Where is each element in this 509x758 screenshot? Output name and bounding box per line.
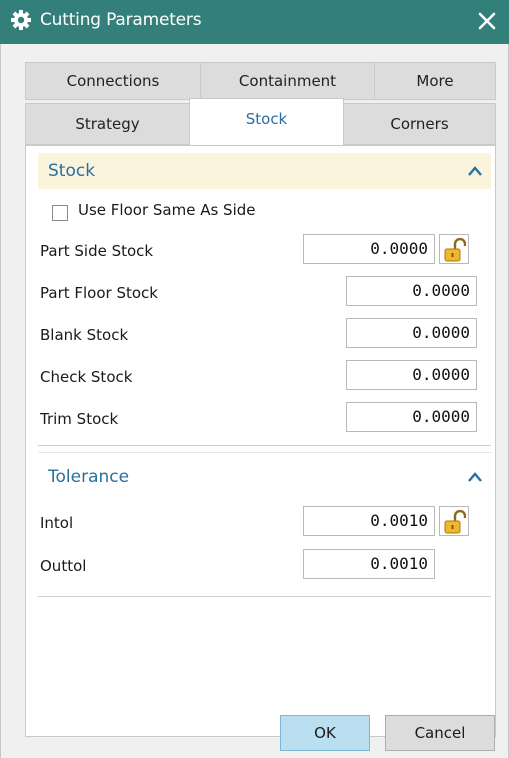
stock-section-header[interactable]: Stock [38,153,491,189]
padlock-open-icon [444,238,466,262]
trim-stock-field[interactable]: 0.0000 [346,402,477,432]
outtol-field[interactable]: 0.0010 [303,549,435,579]
use-floor-same-as-side-label: Use Floor Same As Side [78,201,256,219]
tab-more[interactable]: More [374,62,496,100]
part-floor-stock-label: Part Floor Stock [40,284,158,302]
section-divider [38,596,491,597]
section-divider [38,452,491,453]
intol-label: Intol [40,514,74,532]
tab-containment[interactable]: Containment [200,62,375,100]
section-divider [38,445,491,446]
part-side-stock-field[interactable]: 0.0000 [303,234,435,264]
chevron-up-icon[interactable] [465,161,485,181]
intol-lock[interactable] [439,506,469,536]
check-stock-field[interactable]: 0.0000 [346,360,477,390]
stock-section-title: Stock [48,161,96,181]
window-title: Cutting Parameters [40,10,202,30]
tab-connections[interactable]: Connections [25,62,201,100]
part-side-stock-lock[interactable] [439,234,469,264]
outtol-label: Outtol [40,557,87,575]
tolerance-section-title: Tolerance [48,467,130,487]
blank-stock-field[interactable]: 0.0000 [346,318,477,348]
intol-field[interactable]: 0.0010 [303,506,435,536]
tolerance-section-header[interactable]: Tolerance [38,459,491,495]
trim-stock-label: Trim Stock [40,410,119,428]
gear-icon [11,10,31,30]
check-stock-label: Check Stock [40,368,133,386]
stock-tab-panel: Stock Use Floor Same As Side Part Side S… [25,145,496,737]
tab-corners[interactable]: Corners [343,103,496,145]
blank-stock-label: Blank Stock [40,326,129,344]
part-floor-stock-field[interactable]: 0.0000 [346,276,477,306]
dialog-body: Connections Containment More Strategy St… [0,44,509,758]
cancel-button[interactable]: Cancel [385,715,495,751]
ok-button[interactable]: OK [280,715,370,751]
part-side-stock-label: Part Side Stock [40,242,154,260]
close-icon[interactable] [473,6,501,36]
tab-strategy[interactable]: Strategy [25,103,190,145]
tab-stock[interactable]: Stock [189,98,344,146]
padlock-open-icon [444,510,466,534]
chevron-up-icon[interactable] [465,467,485,487]
use-floor-same-as-side-checkbox[interactable] [52,205,68,221]
title-bar: Cutting Parameters [0,0,509,44]
